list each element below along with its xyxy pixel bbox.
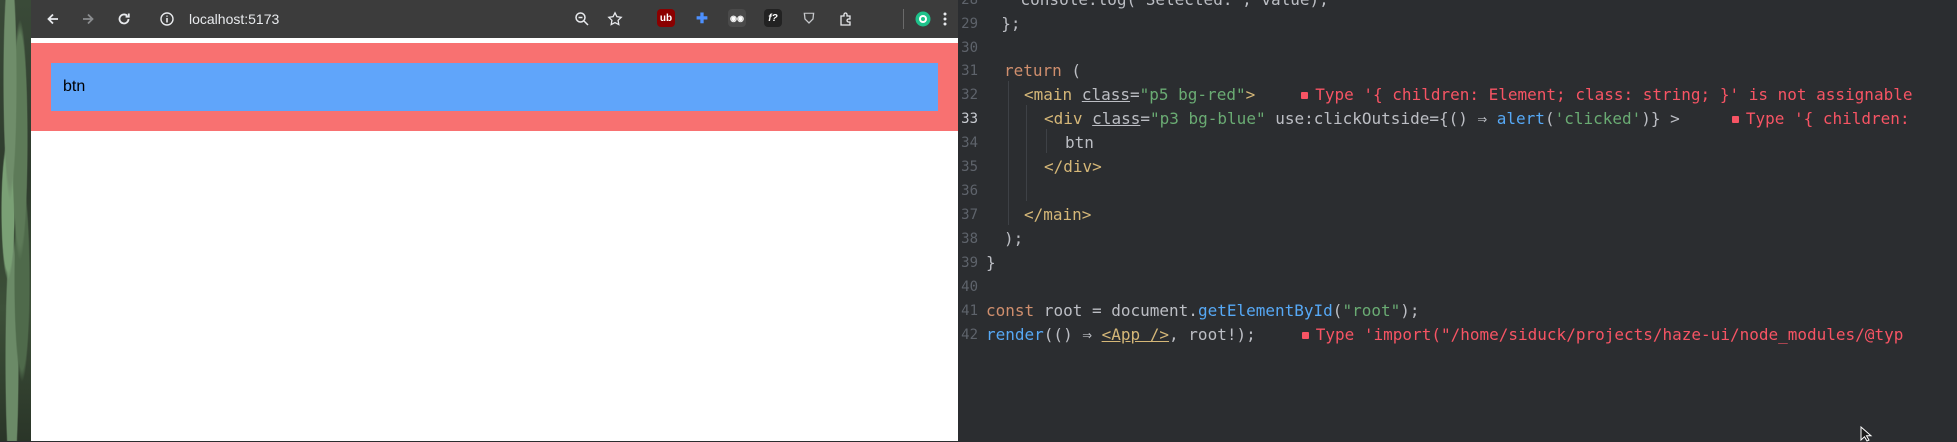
keyword-return: return (1004, 61, 1062, 80)
line-number: 31 (961, 63, 978, 79)
mouse-cursor-icon (1860, 426, 1873, 442)
jsx-attr-class: class (1081, 85, 1130, 104)
main-red-container: btn (31, 43, 958, 131)
inline-error-42: Type 'import("/home/siduck/projects/haze… (1301, 325, 1904, 344)
line-number: 28 (961, 0, 978, 8)
browser-window: localhost:5173 ub ✚ ◉◉ f? ⛉ btn (31, 0, 958, 441)
error-text: Type 'import("/home/siduck/projects/haze… (1315, 325, 1904, 344)
jsx-tag-main: <main (1024, 85, 1073, 104)
jsx-component-app: <App /> (1101, 325, 1170, 344)
spy-extension-icon[interactable]: ◉◉ (728, 9, 746, 27)
jsx-tag-div: <div (1044, 109, 1083, 128)
fn-getElementById: getElementById (1197, 301, 1333, 320)
code-paren: ( (1544, 109, 1555, 128)
line-number: 29 (961, 16, 978, 32)
jsx-tag-div-close: </div> (1044, 157, 1102, 176)
code-line-29: }; (982, 14, 1021, 33)
code-line-34: btn (1065, 133, 1094, 152)
site-info-icon[interactable] (155, 7, 179, 31)
indent-guide (1046, 129, 1047, 153)
line-number: 32 (961, 87, 978, 103)
jsx-tag-close: > (1245, 85, 1256, 104)
code-line-33: <div class="p3 bg-blue" use:clickOutside… (1044, 107, 1910, 131)
kebab-menu-icon[interactable] (933, 7, 957, 31)
inline-error-33: Type '{ children: (1731, 109, 1910, 128)
code-line-39: } (986, 253, 996, 272)
code-line-31: return ( (1004, 59, 1081, 83)
browser-toolbar: localhost:5173 ub ✚ ◉◉ f? ⛉ (31, 0, 958, 38)
line-number: 40 (961, 279, 978, 295)
profile-avatar-icon[interactable] (911, 7, 935, 31)
bookmark-star-icon[interactable] (603, 7, 627, 31)
page-viewport: btn (31, 38, 958, 441)
code-editor[interactable]: 28 29 30 31 32 33 34 35 36 37 38 39 40 4… (958, 0, 1957, 441)
ident-root: root (1034, 301, 1092, 320)
code-line-37: </main> (1024, 203, 1091, 227)
error-marker-icon (1301, 91, 1309, 99)
line-number: 36 (961, 183, 978, 199)
inline-error-32: Type '{ children: Element; class: string… (1301, 85, 1912, 104)
zoom-icon[interactable] (570, 7, 594, 31)
line-number: 38 (961, 231, 978, 247)
code-line-28: console.log("Selected:", value); (982, 0, 1329, 12)
code-equals: = (1129, 85, 1140, 104)
code-equals: = (1140, 109, 1150, 128)
error-text: Type '{ children: (1745, 109, 1910, 128)
line-number: 34 (961, 135, 978, 151)
reload-icon[interactable] (112, 7, 136, 31)
ublock-extension-icon[interactable]: ub (657, 9, 675, 27)
code-end: ); (1400, 301, 1420, 320)
code-line-38: ); (1004, 229, 1024, 248)
code-line-42: render(() ⇒ <App />, root!); Type 'import… (986, 323, 1903, 347)
line-number-active: 33 (961, 111, 978, 127)
code-line-35: </div> (1044, 155, 1102, 179)
jsx-attr-class: class (1092, 109, 1141, 128)
code-line-41: const root = document.getElementById("ro… (986, 299, 1420, 323)
line-number: 30 (961, 40, 978, 56)
puzzle-extension-icon[interactable]: ✚ (693, 9, 711, 27)
code-paren: ( (1332, 301, 1343, 320)
error-text: Type '{ children: Element; class: string… (1315, 85, 1913, 104)
code-paren: ( (1061, 61, 1082, 80)
string-arg: "root" (1342, 301, 1401, 320)
jsx-directive: use:clickOutside={() ⇒ (1265, 109, 1497, 128)
toolbar-separator (903, 9, 904, 29)
line-number: 41 (961, 303, 978, 319)
code-end: , root!); (1169, 325, 1256, 344)
jsx-attr-value: "p3 bg-blue" (1149, 109, 1266, 128)
error-marker-icon (1731, 115, 1739, 123)
extensions-puzzle-icon[interactable] (834, 7, 858, 31)
fn-render: render (986, 325, 1044, 344)
code-document: = document. (1091, 301, 1198, 320)
keyword-const: const (986, 301, 1035, 320)
string-arg: 'clicked' (1554, 109, 1642, 128)
indent-guide (1026, 105, 1027, 201)
url-bar[interactable]: localhost:5173 (189, 8, 279, 30)
error-marker-icon (1301, 331, 1309, 339)
forward-arrow-icon[interactable] (76, 7, 100, 31)
jsx-attr-value: "p5 bg-red" (1139, 85, 1246, 104)
line-number: 42 (961, 327, 978, 343)
code-line-32: <main class="p5 bg-red"> Type '{ children… (1024, 83, 1912, 107)
code-paren: )} > (1641, 109, 1680, 128)
line-number: 35 (961, 159, 978, 175)
jsx-tag-main-close: </main> (1024, 205, 1092, 224)
fx-extension-icon[interactable]: f? (764, 9, 782, 27)
shield-extension-icon[interactable]: ⛉ (800, 9, 818, 27)
code-arrow: (() ⇒ (1043, 325, 1102, 344)
btn-div[interactable]: btn (51, 63, 938, 111)
indent-guide (1008, 81, 1009, 225)
desktop-wallpaper (0, 0, 31, 441)
line-number: 37 (961, 207, 978, 223)
line-number: 39 (961, 255, 978, 271)
back-arrow-icon[interactable] (41, 7, 65, 31)
fn-alert: alert (1496, 109, 1545, 128)
